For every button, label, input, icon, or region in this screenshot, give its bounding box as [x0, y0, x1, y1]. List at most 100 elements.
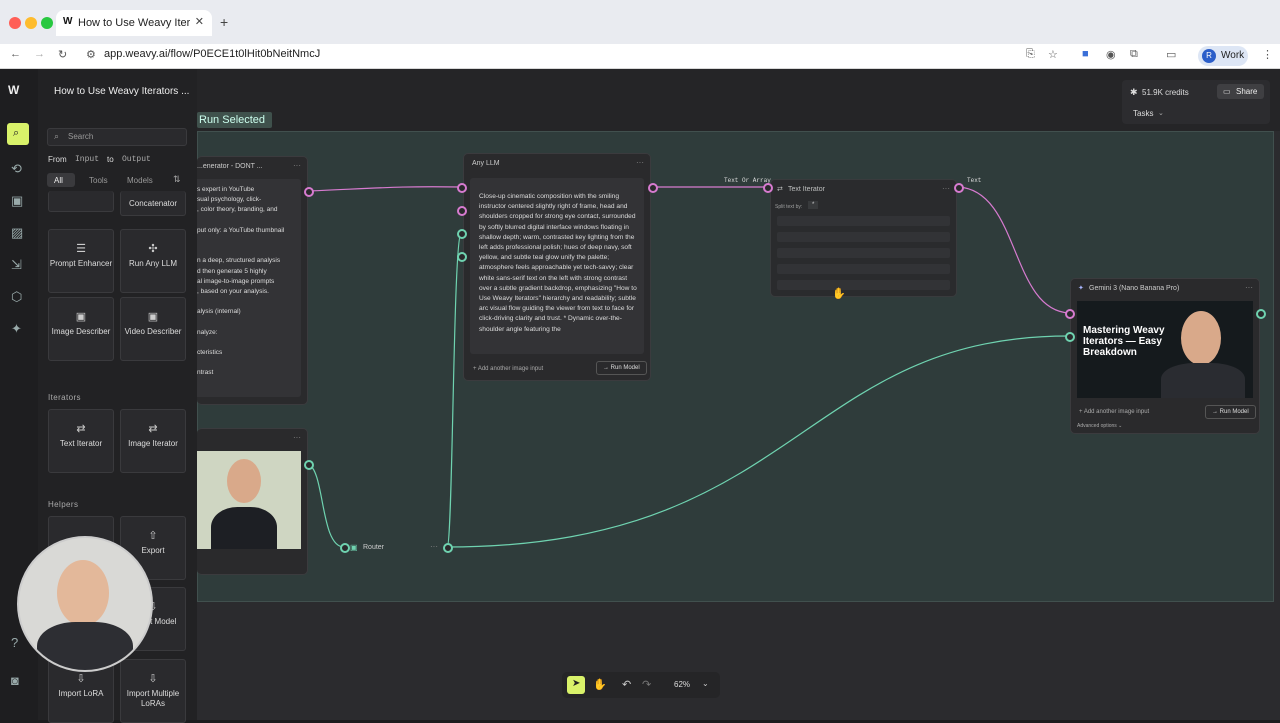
hand-tool-icon[interactable]: ✋ — [593, 678, 607, 691]
input-filter[interactable]: Input — [75, 155, 99, 164]
more-icon[interactable]: ··· — [293, 161, 301, 170]
prompt-line — [197, 216, 284, 226]
gemini-node[interactable]: ✦ Gemini 3 (Nano Banana Pro) ··· Masteri… — [1070, 278, 1260, 434]
prompt-text-area[interactable]: s expert in YouTube sual psychology, clic… — [197, 179, 301, 397]
flow-title[interactable]: How to Use Weavy Iterators ... — [54, 86, 189, 97]
weavy-logo-icon[interactable]: W — [8, 83, 19, 97]
zoom-level[interactable]: 62% — [674, 680, 690, 689]
iterator-item[interactable] — [777, 280, 950, 290]
share-button[interactable]: ▭ Share — [1217, 84, 1264, 99]
toolbox-icon[interactable]: ▣ — [11, 193, 23, 209]
iterator-item[interactable] — [777, 232, 950, 242]
tile-text-iterator[interactable]: ⇄ Text Iterator — [48, 409, 114, 473]
gemini-image-port[interactable] — [1065, 332, 1075, 342]
llm-image-port[interactable] — [457, 229, 467, 239]
output-filter[interactable]: Output — [122, 155, 151, 164]
select-tool-button[interactable]: ➤ — [567, 676, 585, 694]
iterator-input-port[interactable] — [763, 183, 773, 193]
filter-models[interactable]: Models — [127, 176, 153, 185]
advanced-options-toggle[interactable]: Advanced options ⌄ — [1077, 423, 1122, 429]
router-input-port[interactable] — [340, 543, 350, 553]
image-node[interactable]: ··· — [197, 428, 308, 575]
tile-video-describer[interactable]: ▣ Video Describer — [120, 297, 186, 361]
zoom-chevron-icon[interactable]: ⌄ — [702, 679, 709, 688]
filter-tools[interactable]: Tools — [89, 176, 108, 185]
image-preview — [197, 451, 301, 549]
tile-label: Image Describer — [51, 327, 111, 336]
redo-icon[interactable]: ↷ — [642, 678, 651, 691]
router-output-port[interactable] — [443, 543, 453, 553]
iterator-item[interactable] — [777, 216, 950, 226]
iterator-output-label: Text — [967, 177, 982, 184]
discord-icon[interactable]: ◙ — [11, 673, 19, 688]
any-llm-node[interactable]: Any LLM ··· Close-up cinematic compositi… — [463, 153, 651, 381]
run-selected-label: Run Selected — [199, 114, 266, 126]
hand-cursor-icon: ✋ — [832, 288, 846, 300]
text-iterator-icon: ⇄ — [76, 423, 86, 435]
prompt-line: cteristics — [197, 349, 223, 356]
prompt-line: sual psychology, click- — [197, 196, 262, 204]
prompt-output-port[interactable] — [304, 187, 314, 197]
split-label: Split text by: — [775, 204, 803, 210]
gemini-prompt-port[interactable] — [1065, 309, 1075, 319]
prompt-line — [197, 246, 284, 256]
prompt-line: n a deep, structured analysis — [197, 257, 281, 265]
add-image-input-link[interactable]: + Add another image input — [1079, 409, 1149, 415]
tile-image-iterator[interactable]: ⇄ Image Iterator — [120, 409, 186, 473]
tile-label: Image Iterator — [128, 439, 178, 448]
import-icon[interactable]: ⇲ — [11, 257, 22, 273]
llm-output-text: Close-up cinematic composition with the … — [479, 193, 637, 333]
prompt-node[interactable]: ...enerator - DONT ... ··· s expert in Y… — [197, 156, 308, 405]
iterator-item[interactable] — [777, 264, 950, 274]
more-icon[interactable]: ··· — [636, 158, 644, 167]
llm-system-port[interactable] — [457, 206, 467, 216]
node-title: Text Iterator — [788, 186, 825, 193]
sort-icon[interactable]: ⇅ — [173, 174, 181, 185]
run-model-button[interactable]: → Run Model — [596, 361, 647, 375]
helpers-heading: Helpers — [48, 500, 79, 509]
search-placeholder-text: Search — [68, 132, 94, 141]
prompt-line — [197, 317, 284, 327]
prompt-line — [197, 358, 284, 368]
llm-output-port[interactable] — [648, 183, 658, 193]
help-icon[interactable]: ? — [11, 635, 18, 650]
llm-output-area[interactable]: Close-up cinematic composition with the … — [470, 178, 644, 354]
search-tool-button[interactable]: ⌕ — [7, 123, 29, 145]
more-icon[interactable]: ··· — [293, 433, 301, 442]
tile-image-describer[interactable]: ▣ Image Describer — [48, 297, 114, 361]
split-value-field[interactable]: * — [808, 201, 819, 209]
undo-icon[interactable]: ↶ — [622, 678, 631, 691]
chevron-down-icon: ⌄ — [1158, 110, 1164, 117]
prompt-enhancer-icon: ☰ — [76, 243, 86, 255]
gemini-output-port[interactable] — [1256, 309, 1266, 319]
image-icon[interactable]: ▨ — [11, 225, 23, 241]
prompt-line — [197, 338, 284, 348]
tasks-dropdown[interactable]: Tasks — [1133, 109, 1153, 118]
tile-concatenator[interactable]: Concatenator — [120, 191, 186, 216]
tile-partial[interactable] — [48, 191, 114, 212]
router-node[interactable]: ▣ Router ··· — [338, 538, 452, 558]
iterator-item[interactable] — [777, 248, 950, 258]
more-icon[interactable]: ··· — [942, 184, 950, 193]
image-output-port[interactable] — [304, 460, 314, 470]
more-icon[interactable]: ··· — [430, 542, 438, 551]
iterator-output-port[interactable] — [954, 183, 964, 193]
tile-label: Video Describer — [124, 327, 182, 336]
magic-icon[interactable]: ✦ — [11, 321, 22, 337]
history-icon[interactable]: ⟲ — [11, 161, 22, 177]
run-model-button[interactable]: → Run Model — [1205, 405, 1256, 419]
search-field[interactable]: ⌕ Search — [47, 128, 187, 146]
filter-all[interactable]: All — [47, 173, 75, 187]
more-icon[interactable]: ··· — [1245, 283, 1253, 292]
run-selected-button[interactable]: Run Selected — [197, 112, 272, 128]
tile-run-any-llm[interactable]: ✣ Run Any LLM — [120, 229, 186, 293]
search-icon: ⌕ — [13, 127, 20, 139]
generated-thumbnail: Mastering Weavy Iterators — Easy Breakdo… — [1077, 301, 1253, 398]
add-image-input-link[interactable]: + Add another image input — [473, 366, 543, 372]
text-iterator-node[interactable]: ⇄ Text Iterator ··· Split text by: * — [770, 179, 957, 297]
account-card: ✱ 51.9K credits ▭ Share Tasks ⌄ — [1122, 80, 1270, 124]
llm-image-port-2[interactable] — [457, 252, 467, 262]
llm-prompt-port[interactable] — [457, 183, 467, 193]
3d-cube-icon[interactable]: ⬡ — [11, 289, 22, 305]
tile-prompt-enhancer[interactable]: ☰ Prompt Enhancer — [48, 229, 114, 293]
